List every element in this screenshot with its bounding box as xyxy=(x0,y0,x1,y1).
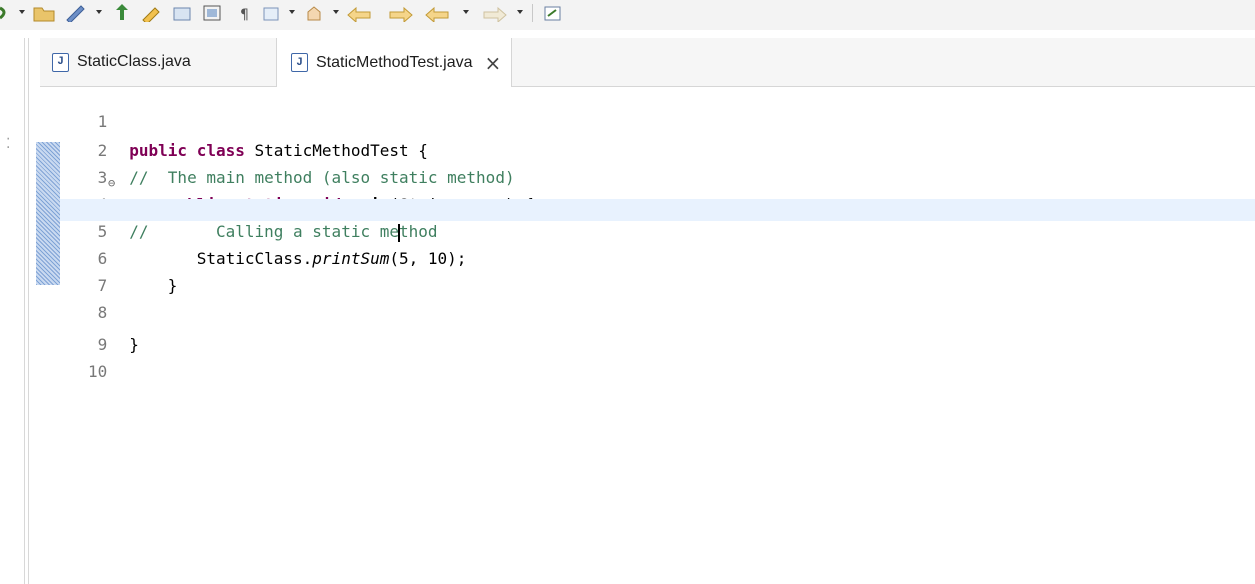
code-line[interactable]: 1 xyxy=(60,89,1255,131)
editor-tab-bar: J StaticClass.java J StaticMethodTest.ja… xyxy=(40,38,1255,87)
change-ruler xyxy=(36,142,60,285)
pin-icon[interactable] xyxy=(112,0,132,22)
svg-text:¶: ¶ xyxy=(240,7,249,22)
dropdown-arrow-icon[interactable] xyxy=(462,0,470,22)
code-line[interactable]: 8 xyxy=(60,280,1255,322)
code-line[interactable]: 6 StaticClass.printSum(5, 10); xyxy=(60,226,1255,268)
dropdown-arrow-icon[interactable] xyxy=(18,0,26,22)
annotation-icon[interactable] xyxy=(260,0,284,22)
tab-staticmethodtest-java[interactable]: J StaticMethodTest.java × xyxy=(276,38,513,87)
tab-label: StaticClass.java xyxy=(77,53,191,70)
tab-staticclass-java[interactable]: J StaticClass.java xyxy=(48,38,205,86)
code-line[interactable]: 4⊖ public static void main(String args) … xyxy=(60,172,1255,214)
dropdown-arrow-icon[interactable] xyxy=(95,0,103,22)
forward-arrow-icon[interactable] xyxy=(384,0,414,22)
java-file-icon: J xyxy=(291,53,308,72)
code-line[interactable]: 10 xyxy=(60,339,1255,381)
panel-divider xyxy=(28,38,29,584)
panel-divider xyxy=(24,38,25,584)
left-side-panel: ⁚ xyxy=(0,38,24,584)
toggle-mark-icon[interactable] xyxy=(172,0,194,22)
dropdown-arrow-icon[interactable] xyxy=(288,0,296,22)
close-icon[interactable]: × xyxy=(485,53,502,73)
highlighter-icon[interactable] xyxy=(140,0,164,22)
show-whitespace-icon[interactable]: ¶ xyxy=(238,0,252,22)
next-annotation-icon[interactable] xyxy=(304,0,328,22)
code-line[interactable]: 9} xyxy=(60,312,1255,354)
code-line[interactable]: 2 public class StaticMethodTest { xyxy=(60,118,1255,160)
dropdown-arrow-icon[interactable] xyxy=(332,0,340,22)
drag-handle-icon[interactable]: ⁚ xyxy=(6,136,10,150)
dropdown-arrow-icon[interactable] xyxy=(516,0,524,22)
line-number: 10 xyxy=(88,362,108,381)
back-history-icon[interactable] xyxy=(424,0,454,22)
run-icon[interactable] xyxy=(0,0,12,22)
main-toolbar: ¶ xyxy=(0,0,1255,30)
code-line[interactable]: 3// The main method (also static method) xyxy=(60,145,1255,187)
fold-toggle-icon[interactable]: ⊖ xyxy=(108,172,115,194)
toolbar-separator xyxy=(532,4,533,22)
back-arrow-icon[interactable] xyxy=(346,0,376,22)
open-folder-icon[interactable] xyxy=(32,0,56,22)
code-line[interactable]: 7 } xyxy=(60,253,1255,295)
pin-editor-icon[interactable] xyxy=(542,0,564,22)
forward-history-icon[interactable] xyxy=(478,0,508,22)
tab-label: StaticMethodTest.java xyxy=(316,53,473,71)
block-selection-icon[interactable] xyxy=(202,0,224,22)
pen-icon[interactable] xyxy=(64,0,88,22)
code-line-current[interactable]: 5// Calling a static method xyxy=(60,199,1255,242)
java-file-icon: J xyxy=(52,52,69,72)
